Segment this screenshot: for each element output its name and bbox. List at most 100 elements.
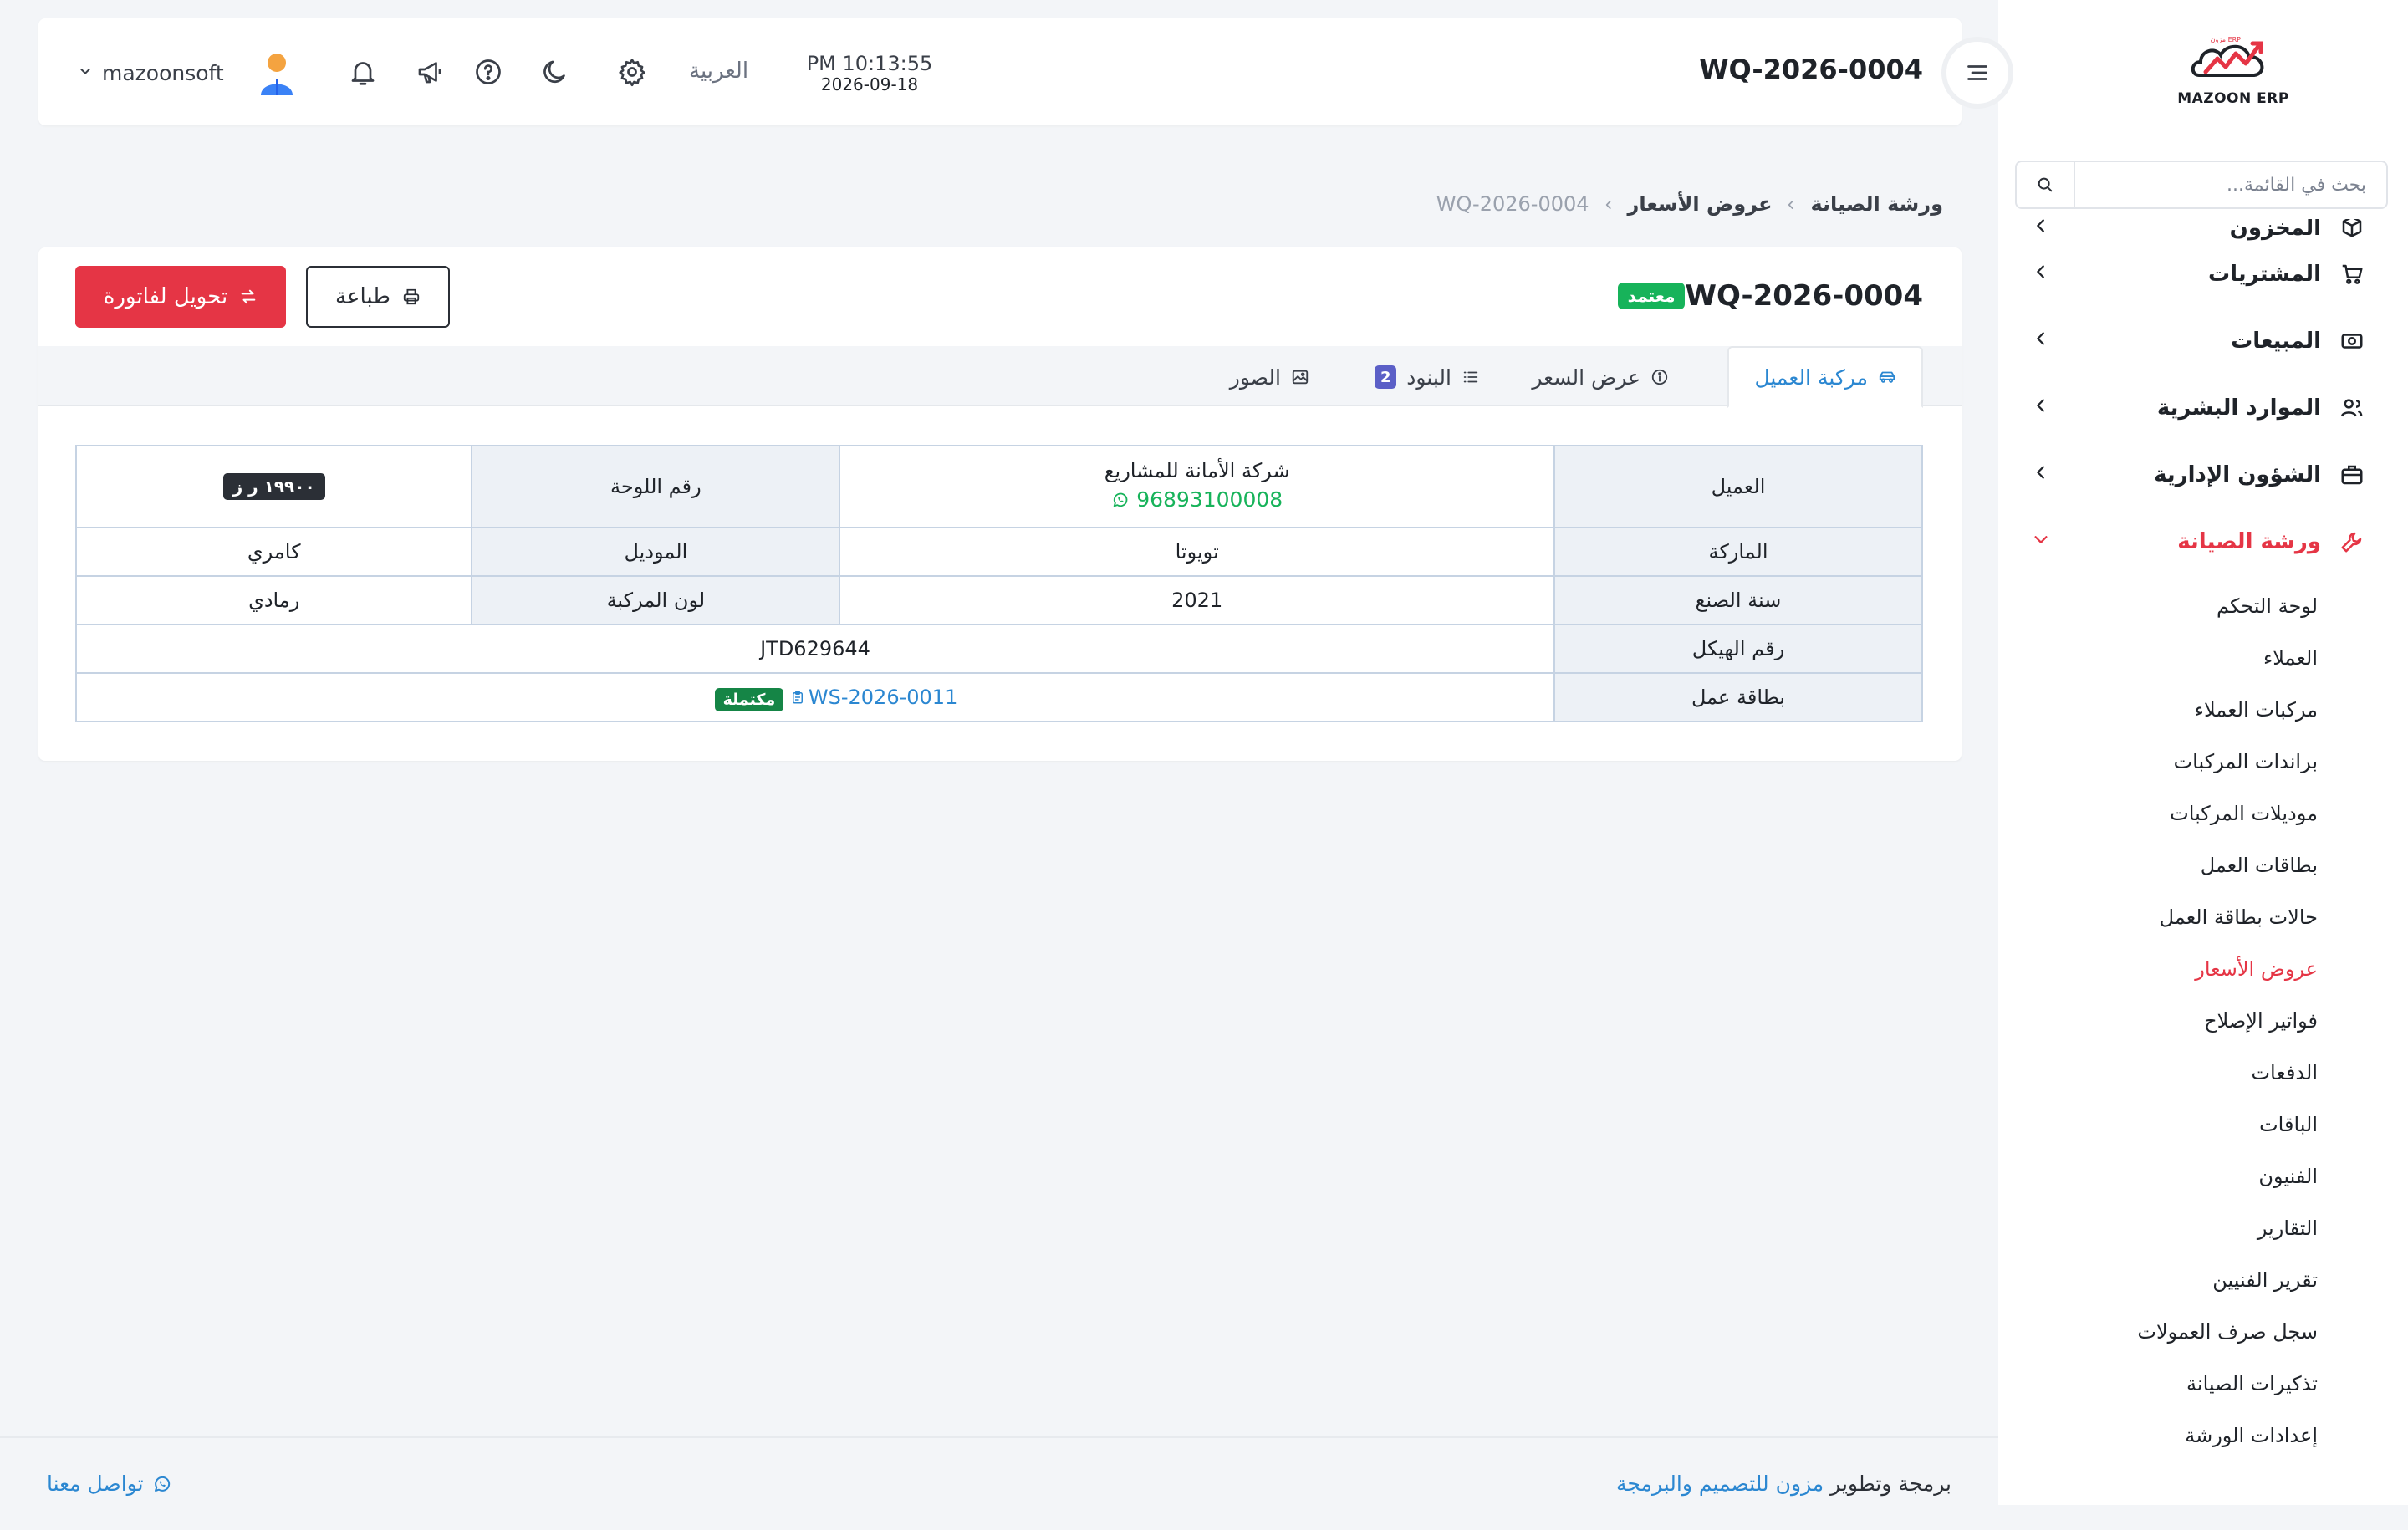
app-logo[interactable]: ERP مزون MAZOON ERP	[2171, 33, 2296, 117]
chevron-left-icon	[2032, 329, 2050, 354]
sidebar-subitem-vehicle-models[interactable]: موديلات المركبات	[1998, 788, 2408, 839]
sidebar-subitem-commission-log[interactable]: سجل صرف العمولات	[1998, 1306, 2408, 1358]
sidebar-item-workshop[interactable]: ورشة الصيانة	[1998, 508, 2408, 575]
help-icon[interactable]	[468, 52, 508, 92]
header-clock: PM 10:13:55 2026-09-18	[794, 52, 945, 94]
image-icon	[1292, 370, 1309, 385]
sidebar-search	[2015, 161, 2388, 209]
sidebar-item-label: المبيعات	[2231, 329, 2321, 354]
year-label: سنة الصنع	[1553, 575, 1923, 625]
sidebar-item-sales[interactable]: المبيعات	[1998, 308, 2408, 375]
sidebar-subitem-packages[interactable]: الباقات	[1998, 1099, 2408, 1150]
customer-phone-number: 96893100008	[1136, 487, 1283, 513]
chevron-left-icon	[2032, 219, 2050, 241]
tab-label: البنود	[1406, 365, 1451, 390]
vin-value: JTD629644	[75, 624, 1555, 674]
sidebar-subitem-job-card-statuses[interactable]: حالات بطاقة العمل	[1998, 891, 2408, 943]
contact-label: تواصل معنا	[47, 1471, 144, 1496]
convert-to-invoice-button[interactable]: تحويل لفاتورة	[75, 266, 286, 328]
jobcard-cell: WS-2026-0011 مكتملة	[75, 672, 1555, 722]
sidebar-subitem-repair-invoices[interactable]: فواتير الإصلاح	[1998, 995, 2408, 1047]
customer-label: العميل	[1553, 445, 1923, 528]
moon-icon[interactable]	[535, 52, 575, 92]
jobcard-link[interactable]: WS-2026-0011	[790, 686, 957, 709]
breadcrumb-workshop[interactable]: ورشة الصيانة	[1810, 192, 1943, 216]
print-label: طباعة	[335, 284, 390, 309]
plate-number: ١٩٩٠٠ ر ز	[222, 473, 325, 500]
sidebar-subitem-workshop-settings[interactable]: إعدادات الورشة	[1998, 1410, 2408, 1461]
sidebar-item-hr[interactable]: الموارد البشرية	[1998, 375, 2408, 441]
customer-name[interactable]: شركة الأمانة للمشاريع	[840, 459, 1553, 482]
breadcrumb: ورشة الصيانة عروض الأسعار WQ-2026-0004	[1436, 192, 1943, 216]
tab-items[interactable]: البنود 2	[1349, 346, 1505, 408]
sidebar-menu: المخزون المشتريات المبيعات الموارد البشر…	[1998, 219, 2408, 1461]
sidebar-subitem-customers[interactable]: العملاء	[1998, 632, 2408, 684]
contact-us-link[interactable]: تواصل معنا	[47, 1471, 172, 1496]
sidebar-toggle-button[interactable]	[1941, 37, 2013, 109]
cash-icon	[2338, 327, 2366, 355]
items-count-badge: 2	[1375, 365, 1397, 389]
sidebar-subitem-vehicle-brands[interactable]: براندات المركبات	[1998, 736, 2408, 788]
brand-value: تويوتا	[839, 527, 1555, 577]
sidebar-item-admin[interactable]: الشؤون الإدارية	[1998, 441, 2408, 508]
swap-icon	[241, 289, 256, 304]
chevron-down-icon	[2032, 529, 2050, 554]
whatsapp-icon	[154, 1476, 170, 1492]
sidebar-subitem-dashboard[interactable]: لوحة التحكم	[1998, 580, 2408, 632]
sidebar-search-input[interactable]	[2075, 162, 2386, 207]
plate-cell: ١٩٩٠٠ ر ز	[74, 445, 473, 528]
gear-icon[interactable]	[612, 52, 652, 92]
sidebar-subitem-technicians[interactable]: الفنيون	[1998, 1150, 2408, 1202]
megaphone-icon[interactable]	[410, 52, 450, 92]
user-menu[interactable]: mazoonsoft	[79, 50, 298, 95]
breadcrumb-current: WQ-2026-0004	[1436, 192, 1589, 216]
search-icon[interactable]	[2017, 162, 2075, 207]
model-label: الموديل	[471, 527, 841, 577]
tab-label: عرض السعر	[1532, 365, 1640, 390]
tab-label: الصور	[1229, 365, 1281, 390]
card-header: WQ-2026-0004 معتمد طباعة تحويل لفاتورة	[38, 247, 1962, 346]
sidebar-item-label: المخزون	[2229, 219, 2321, 241]
tab-customer-vehicle[interactable]: مركبة العميل	[1727, 346, 1923, 408]
menu-icon	[1967, 65, 1987, 80]
sidebar-subitem-technicians-report[interactable]: تقرير الفنيين	[1998, 1254, 2408, 1306]
customer-phone[interactable]: 96893100008	[1111, 487, 1283, 512]
breadcrumb-quotations[interactable]: عروض الأسعار	[1628, 192, 1773, 216]
sidebar-subitem-maintenance-reminders[interactable]: تذكيرات الصيانة	[1998, 1358, 2408, 1410]
tab-label: مركبة العميل	[1754, 365, 1868, 390]
table-row: الماركة تويوتا الموديل كامري	[74, 527, 1923, 577]
workshop-submenu: لوحة التحكم العملاء مركبات العملاء براند…	[1998, 575, 2408, 1461]
footer-brand-link[interactable]: مزون للتصميم والبرمجة	[1616, 1471, 1824, 1496]
header-time: PM 10:13:55	[806, 52, 933, 75]
color-value: رمادي	[74, 575, 473, 625]
bell-icon[interactable]	[343, 52, 383, 92]
year-value: 2021	[839, 575, 1555, 625]
sidebar-subitem-quotations[interactable]: عروض الأسعار	[1998, 943, 2408, 995]
sidebar-subitem-customer-vehicles[interactable]: مركبات العملاء	[1998, 684, 2408, 736]
sidebar-item-inventory[interactable]: المخزون	[1998, 219, 2408, 241]
sidebar-subitem-payments[interactable]: الدفعات	[1998, 1047, 2408, 1099]
tab-images[interactable]: الصور	[1205, 346, 1334, 408]
users-icon	[2338, 394, 2366, 422]
sidebar-subitem-reports[interactable]: التقارير	[1998, 1202, 2408, 1254]
page-title: WQ-2026-0004	[1685, 279, 1923, 313]
username: mazoonsoft	[102, 60, 224, 85]
chevron-left-icon	[2032, 395, 2050, 421]
list-icon	[1463, 371, 1478, 383]
sidebar-item-purchases[interactable]: المشتريات	[1998, 241, 2408, 308]
tab-quote[interactable]: عرض السعر	[1507, 346, 1694, 408]
language-switch[interactable]: العربية	[689, 59, 748, 84]
logo-text: MAZOON ERP	[2177, 90, 2289, 107]
jobcard-status-badge: مكتملة	[714, 687, 784, 711]
jobcard-label: بطاقة عمل	[1553, 672, 1923, 722]
sidebar: ERP مزون MAZOON ERP المخزون المشتريات	[1998, 0, 2408, 1505]
car-icon	[1879, 371, 1895, 383]
chevron-left-icon	[2032, 262, 2050, 287]
sidebar-item-label: الموارد البشرية	[2156, 395, 2321, 421]
header-date: 2026-09-18	[820, 74, 919, 94]
print-button[interactable]: طباعة	[306, 266, 450, 328]
chevron-left-icon	[1785, 192, 1797, 216]
sidebar-item-label: المشتريات	[2207, 262, 2321, 287]
sidebar-subitem-job-cards[interactable]: بطاقات العمل	[1998, 839, 2408, 891]
avatar	[256, 50, 298, 95]
